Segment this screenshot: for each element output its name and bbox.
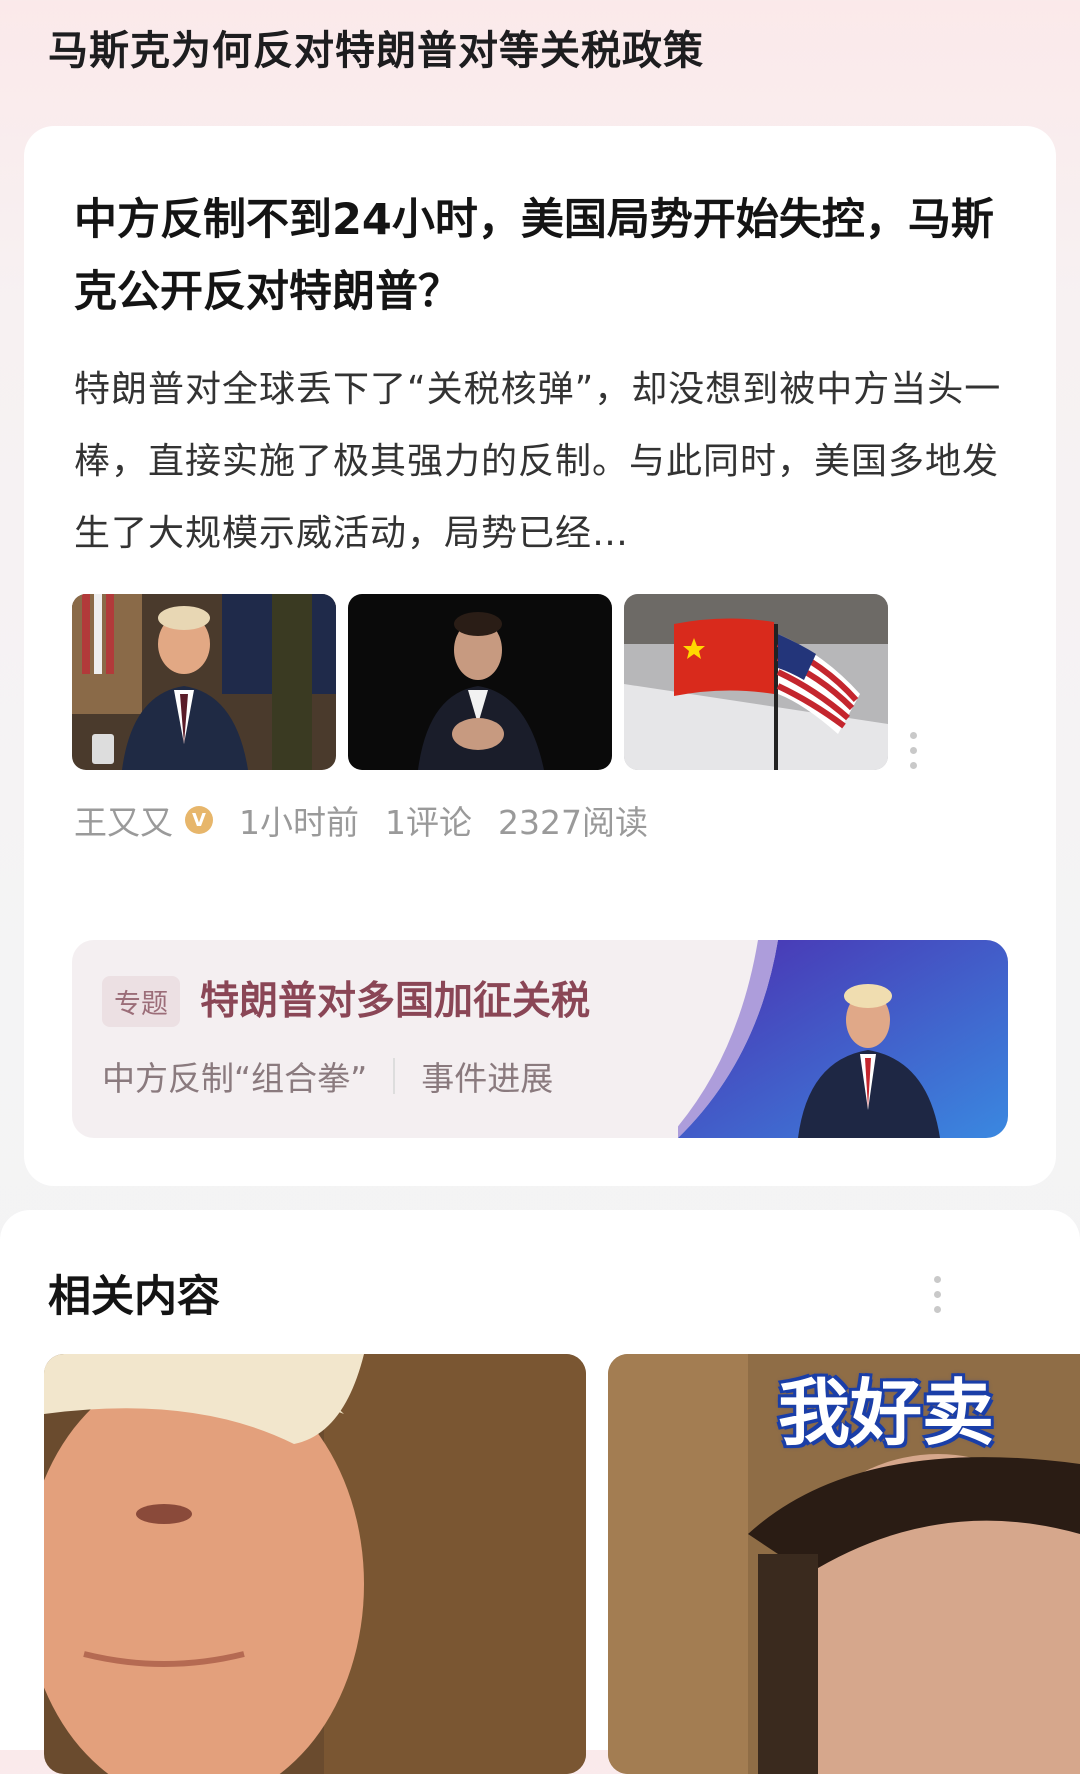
related-section: 相关内容 我好卖	[0, 1210, 1080, 1774]
thumbnail-trump[interactable]	[72, 594, 336, 770]
thumbnail-flags[interactable]	[624, 594, 888, 770]
musk-photo-icon	[348, 594, 612, 770]
comment-count[interactable]: 1评论	[385, 796, 472, 844]
topic-title: 马斯克为何反对特朗普对等关税政策	[48, 28, 704, 74]
article-headline[interactable]: 中方反制不到24小时，美国局势开始失控，马斯克公开反对特朗普？	[74, 184, 1014, 328]
post-time: 1小时前	[239, 803, 359, 842]
related-card-1[interactable]	[44, 1354, 586, 1774]
trump-stage-image-icon	[678, 940, 1008, 1138]
more-options-icon[interactable]	[910, 732, 918, 769]
verified-icon: V	[185, 806, 213, 834]
special-link-countermeasures[interactable]: 中方反制“组合拳”	[102, 1052, 367, 1100]
article-meta: 王又又 V 1小时前 1评论 2327阅读	[74, 796, 648, 844]
related-more-icon[interactable]	[934, 1276, 942, 1313]
china-us-flags-icon	[624, 594, 888, 770]
special-tag: 专题	[102, 976, 180, 1027]
thumbnail-musk[interactable]	[348, 594, 612, 770]
article-summary[interactable]: 特朗普对全球丢下了“关税核弹”，却没想到被中方当头一棒，直接实施了极其强力的反制…	[74, 354, 1024, 570]
author-name[interactable]: 王又又	[74, 796, 173, 844]
video-caption-overlay: 我好卖	[778, 1371, 995, 1455]
read-count: 2327阅读	[498, 803, 648, 842]
thumbnail-row	[72, 594, 888, 770]
special-links: 中方反制“组合拳” 事件进展	[102, 1052, 553, 1100]
trump-closeup-icon	[44, 1354, 586, 1774]
special-title[interactable]: 特朗普对多国加征关税	[200, 970, 590, 1026]
article-card[interactable]: 中方反制不到24小时，美国局势开始失控，马斯克公开反对特朗普？ 特朗普对全球丢下…	[24, 126, 1056, 1186]
related-title: 相关内容	[48, 1272, 220, 1322]
related-card-2[interactable]: 我好卖	[608, 1354, 1080, 1774]
special-link-progress[interactable]: 事件进展	[421, 1052, 553, 1100]
divider	[393, 1058, 396, 1094]
special-topic-card[interactable]: 专题 特朗普对多国加征关税 中方反制“组合拳” 事件进展	[72, 940, 1008, 1138]
trump-photo-icon	[72, 594, 336, 770]
